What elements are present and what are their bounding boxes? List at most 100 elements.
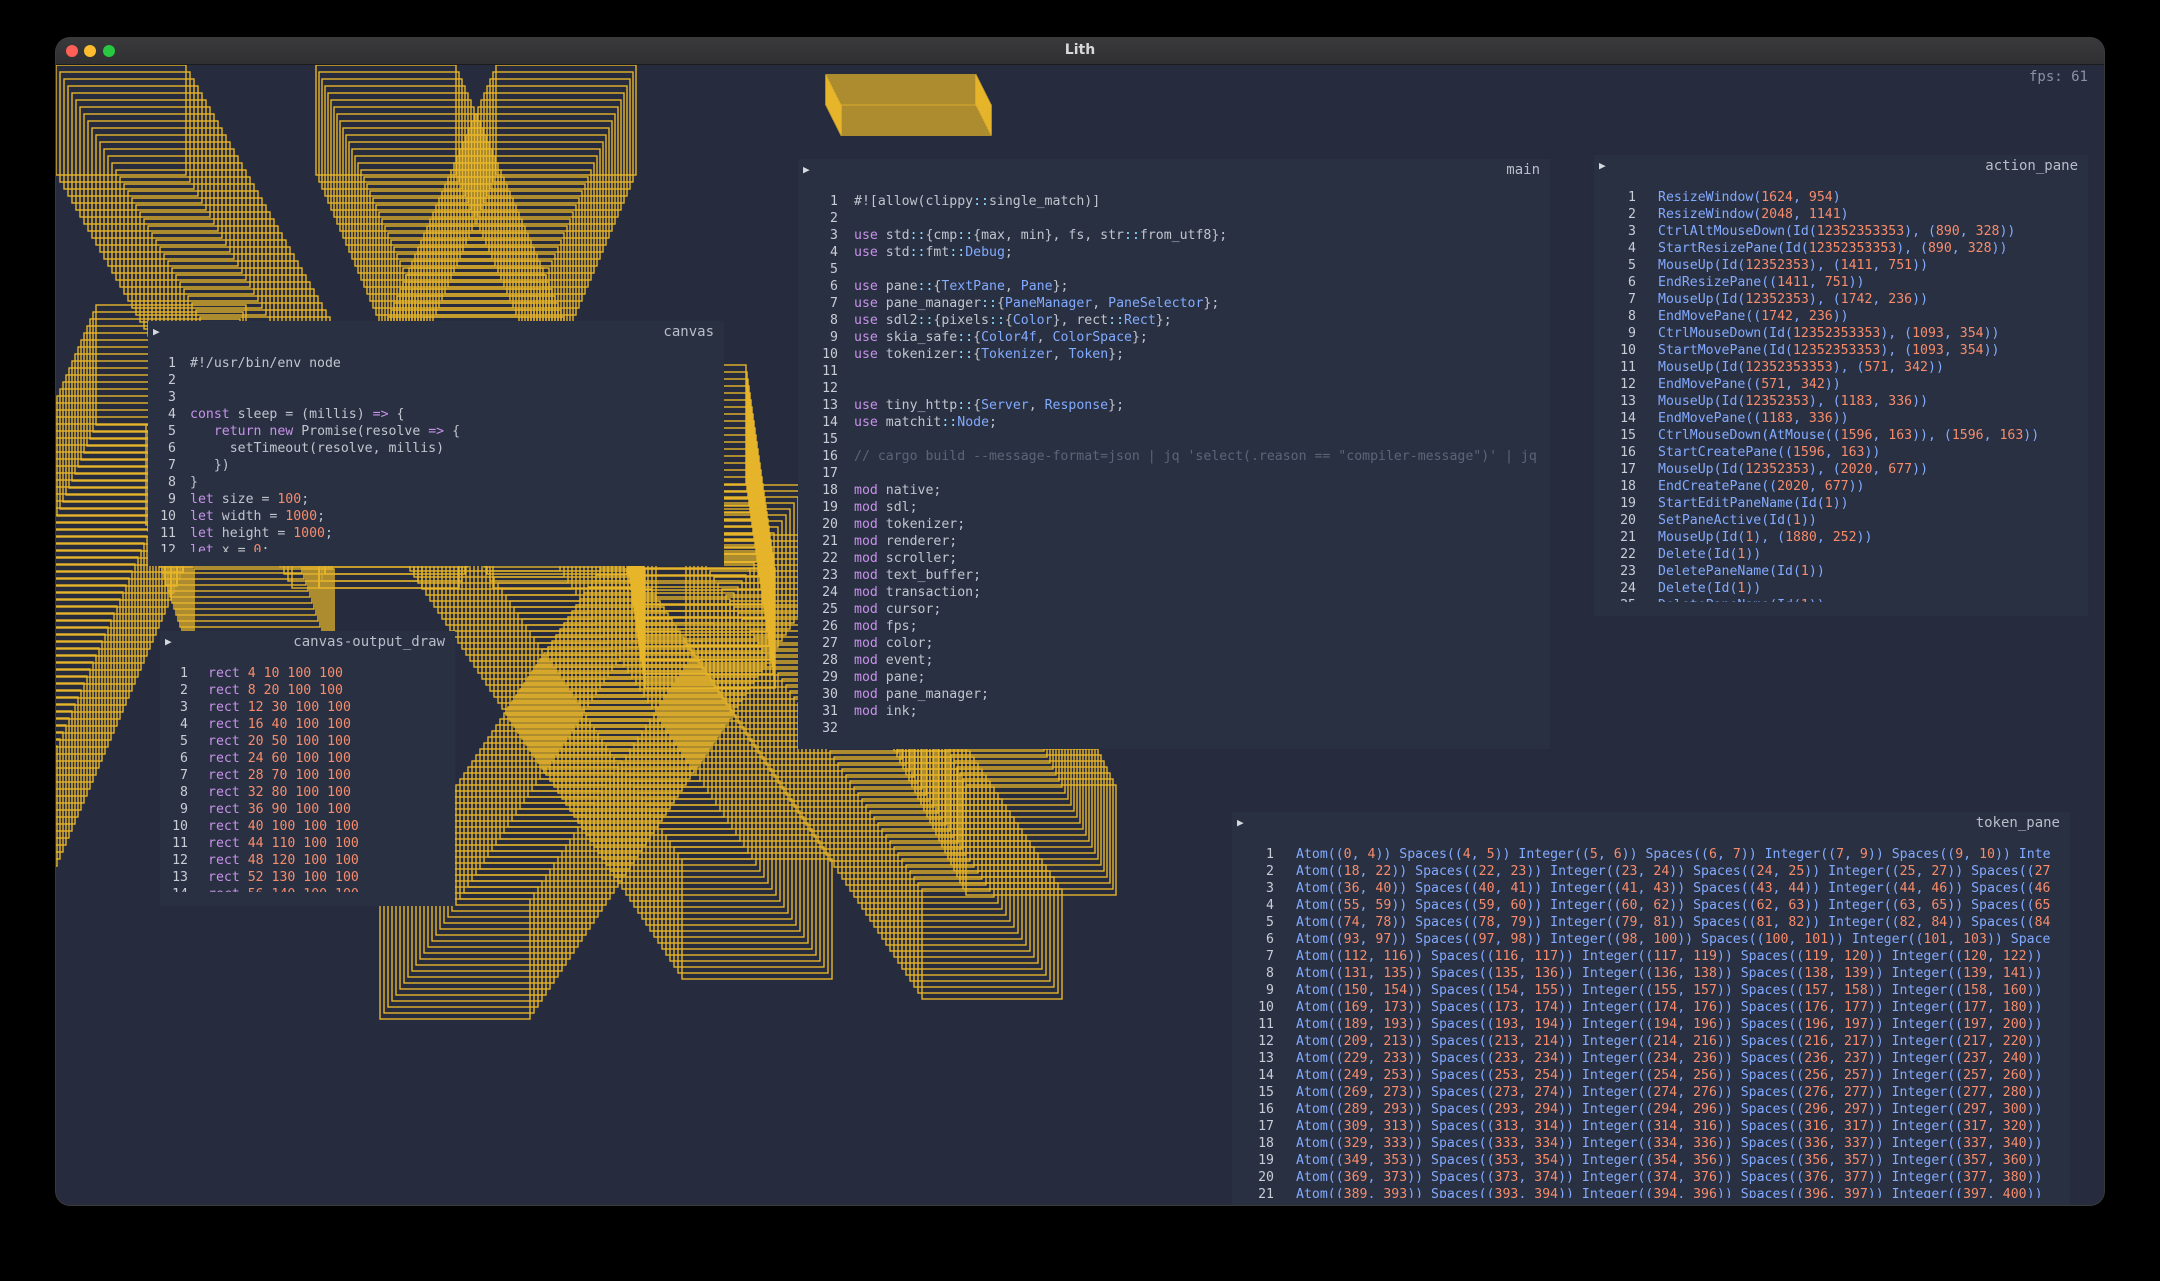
line-text[interactable]: use std::fmt::Debug;: [854, 245, 1013, 260]
code-line[interactable]: 17 MouseUp(Id(12352353), (2020, 677)): [1594, 461, 2088, 478]
line-text[interactable]: rect 44 110 100 100: [208, 836, 359, 851]
line-text[interactable]: MouseUp(Id(12352353), (1411, 751)): [1658, 258, 1928, 273]
pane-header[interactable]: ▶ canvas-output_draw: [160, 631, 455, 653]
code-line[interactable]: 1 ResizeWindow(1624, 954): [1594, 189, 2088, 206]
line-text[interactable]: Atom((18, 22)) Spaces((22, 23)) Integer(…: [1296, 864, 2050, 879]
line-text[interactable]: MouseUp(Id(12352353353), (571, 342)): [1658, 360, 1944, 375]
pane-name[interactable]: token_pane: [1976, 815, 2060, 831]
code-line[interactable]: 10 rect 40 100 100 100: [160, 818, 455, 835]
line-text[interactable]: EndResizePane((1411, 751)): [1658, 275, 1864, 290]
line-text[interactable]: rect 56 140 100 100: [208, 887, 359, 892]
code-line[interactable]: 23 mod text_buffer;: [798, 567, 1550, 584]
code-line[interactable]: 9 use skia_safe::{Color4f, ColorSpace};: [798, 329, 1550, 346]
line-text[interactable]: CtrlAltMouseDown(Id(12352353353), (890, …: [1658, 224, 2015, 239]
line-text[interactable]: Atom((74, 78)) Spaces((78, 79)) Integer(…: [1296, 915, 2050, 930]
line-text[interactable]: use sdl2::{pixels::{Color}, rect::Rect};: [854, 313, 1172, 328]
line-text[interactable]: mod color;: [854, 636, 933, 651]
code-line[interactable]: 16 Atom((289, 293)) Spaces((293, 294)) In…: [1232, 1101, 2070, 1118]
code-line[interactable]: 2: [148, 372, 724, 389]
code-line[interactable]: 5 rect 20 50 100 100: [160, 733, 455, 750]
code-line[interactable]: 5 MouseUp(Id(12352353), (1411, 751)): [1594, 257, 2088, 274]
line-text[interactable]: const sleep = (millis) => {: [190, 407, 404, 422]
code-line[interactable]: 12: [798, 380, 1550, 397]
code-line[interactable]: 17: [798, 465, 1550, 482]
code-line[interactable]: 4 StartResizePane(Id(12352353353), (890, …: [1594, 240, 2088, 257]
line-text[interactable]: MouseUp(Id(12352353), (1742, 236)): [1658, 292, 1928, 307]
line-text[interactable]: Atom((249, 253)) Spaces((253, 254)) Inte…: [1296, 1068, 2043, 1083]
line-text[interactable]: mod transaction;: [854, 585, 981, 600]
code-line[interactable]: 14 Atom((249, 253)) Spaces((253, 254)) In…: [1232, 1067, 2070, 1084]
code-line[interactable]: 11 MouseUp(Id(12352353353), (571, 342)): [1594, 359, 2088, 376]
pane-code[interactable]: 1 #![allow(clippy::single_match)] 2 3 use st…: [798, 193, 1550, 735]
code-line[interactable]: 9 Atom((150, 154)) Spaces((154, 155)) Int…: [1232, 982, 2070, 999]
code-line[interactable]: 11 Atom((189, 193)) Spaces((193, 194)) In…: [1232, 1016, 2070, 1033]
line-text[interactable]: Atom((329, 333)) Spaces((333, 334)) Inte…: [1296, 1136, 2043, 1151]
code-line[interactable]: 12 Atom((209, 213)) Spaces((213, 214)) In…: [1232, 1033, 2070, 1050]
pane-code[interactable]: 1 rect 4 10 100 100 2 rect 8 20 100 100 3 rec…: [160, 665, 455, 892]
line-text[interactable]: use pane::{TextPane, Pane};: [854, 279, 1068, 294]
pane-code[interactable]: 1 #!/usr/bin/env node 2 3 4 const sleep = (mi…: [148, 355, 724, 552]
line-text[interactable]: mod renderer;: [854, 534, 957, 549]
code-line[interactable]: 12 rect 48 120 100 100: [160, 852, 455, 869]
code-line[interactable]: 3: [148, 389, 724, 406]
code-line[interactable]: 14 rect 56 140 100 100: [160, 886, 455, 892]
code-line[interactable]: 13 MouseUp(Id(12352353), (1183, 336)): [1594, 393, 2088, 410]
line-text[interactable]: rect 20 50 100 100: [208, 734, 351, 749]
line-text[interactable]: Atom((36, 40)) Spaces((40, 41)) Integer(…: [1296, 881, 2050, 896]
line-text[interactable]: MouseUp(Id(12352353), (2020, 677)): [1658, 462, 1928, 477]
code-line[interactable]: 32: [798, 720, 1550, 735]
line-text[interactable]: StartEditPaneName(Id(1)): [1658, 496, 1849, 511]
line-text[interactable]: Atom((93, 97)) Spaces((97, 98)) Integer(…: [1296, 932, 2050, 947]
line-text[interactable]: Delete(Id(1)): [1658, 581, 1761, 596]
line-text[interactable]: Atom((150, 154)) Spaces((154, 155)) Inte…: [1296, 983, 2043, 998]
line-text[interactable]: Atom((112, 116)) Spaces((116, 117)) Inte…: [1296, 949, 2043, 964]
code-line[interactable]: 28 mod event;: [798, 652, 1550, 669]
code-line[interactable]: 14 use matchit::Node;: [798, 414, 1550, 431]
code-line[interactable]: 15 Atom((269, 273)) Spaces((273, 274)) In…: [1232, 1084, 2070, 1101]
line-text[interactable]: Atom((229, 233)) Spaces((233, 234)) Inte…: [1296, 1051, 2043, 1066]
line-text[interactable]: mod event;: [854, 653, 933, 668]
code-line[interactable]: 9 CtrlMouseDown(Id(12352353353), (1093, 3…: [1594, 325, 2088, 342]
code-line[interactable]: 19 Atom((349, 353)) Spaces((353, 354)) In…: [1232, 1152, 2070, 1169]
line-text[interactable]: Atom((131, 135)) Spaces((135, 136)) Inte…: [1296, 966, 2043, 981]
pane-name[interactable]: action_pane: [1985, 158, 2078, 174]
line-text[interactable]: Atom((309, 313)) Spaces((313, 314)) Inte…: [1296, 1119, 2043, 1134]
line-text[interactable]: use skia_safe::{Color4f, ColorSpace};: [854, 330, 1148, 345]
line-text[interactable]: #![allow(clippy::single_match)]: [854, 194, 1100, 209]
code-line[interactable]: 18 EndCreatePane((2020, 677)): [1594, 478, 2088, 495]
pane-header[interactable]: ▶ token_pane: [1232, 812, 2070, 834]
line-text[interactable]: SetPaneActive(Id(1)): [1658, 513, 1817, 528]
line-text[interactable]: StartResizePane(Id(12352353353), (890, 3…: [1658, 241, 2007, 256]
pane-header[interactable]: ▶ action_pane: [1594, 155, 2088, 177]
pane-code[interactable]: 1 Atom((0, 4)) Spaces((4, 5)) Integer((5,…: [1232, 846, 2070, 1198]
code-line[interactable]: 27 mod color;: [798, 635, 1550, 652]
line-text[interactable]: rect 8 20 100 100: [208, 683, 343, 698]
code-line[interactable]: 5 return new Promise(resolve => {: [148, 423, 724, 440]
code-line[interactable]: 11: [798, 363, 1550, 380]
line-text[interactable]: EndMovePane((1742, 236)): [1658, 309, 1849, 324]
line-text[interactable]: }: [190, 475, 198, 490]
code-line[interactable]: 25 DeletePaneName(Id(1)): [1594, 597, 2088, 602]
code-line[interactable]: 2 Atom((18, 22)) Spaces((22, 23)) Integer…: [1232, 863, 2070, 880]
line-text[interactable]: rect 36 90 100 100: [208, 802, 351, 817]
line-text[interactable]: rect 12 30 100 100: [208, 700, 351, 715]
code-line[interactable]: 6 setTimeout(resolve, millis): [148, 440, 724, 457]
code-line[interactable]: 1 rect 4 10 100 100: [160, 665, 455, 682]
code-line[interactable]: 4 const sleep = (millis) => {: [148, 406, 724, 423]
code-line[interactable]: 10 Atom((169, 173)) Spaces((173, 174)) In…: [1232, 999, 2070, 1016]
line-text[interactable]: DeletePaneName(Id(1)): [1658, 564, 1825, 579]
line-text[interactable]: mod ink;: [854, 704, 918, 719]
code-line[interactable]: 1 Atom((0, 4)) Spaces((4, 5)) Integer((5,…: [1232, 846, 2070, 863]
code-line[interactable]: 6 rect 24 60 100 100: [160, 750, 455, 767]
line-text[interactable]: return new Promise(resolve => {: [190, 424, 460, 439]
code-line[interactable]: 18 mod native;: [798, 482, 1550, 499]
code-line[interactable]: 1 #!/usr/bin/env node: [148, 355, 724, 372]
code-line[interactable]: 19 mod sdl;: [798, 499, 1550, 516]
code-line[interactable]: 21 Atom((389, 393)) Spaces((393, 394)) In…: [1232, 1186, 2070, 1198]
line-text[interactable]: mod native;: [854, 483, 941, 498]
code-line[interactable]: 13 Atom((229, 233)) Spaces((233, 234)) In…: [1232, 1050, 2070, 1067]
pane-main[interactable]: ▶ main 1 #![allow(clippy::single_match)] 2…: [798, 159, 1550, 749]
code-line[interactable]: 29 mod pane;: [798, 669, 1550, 686]
pane-toggle-icon[interactable]: ▶: [1599, 159, 1606, 172]
line-text[interactable]: Atom((0, 4)) Spaces((4, 5)) Integer((5, …: [1296, 847, 2051, 862]
